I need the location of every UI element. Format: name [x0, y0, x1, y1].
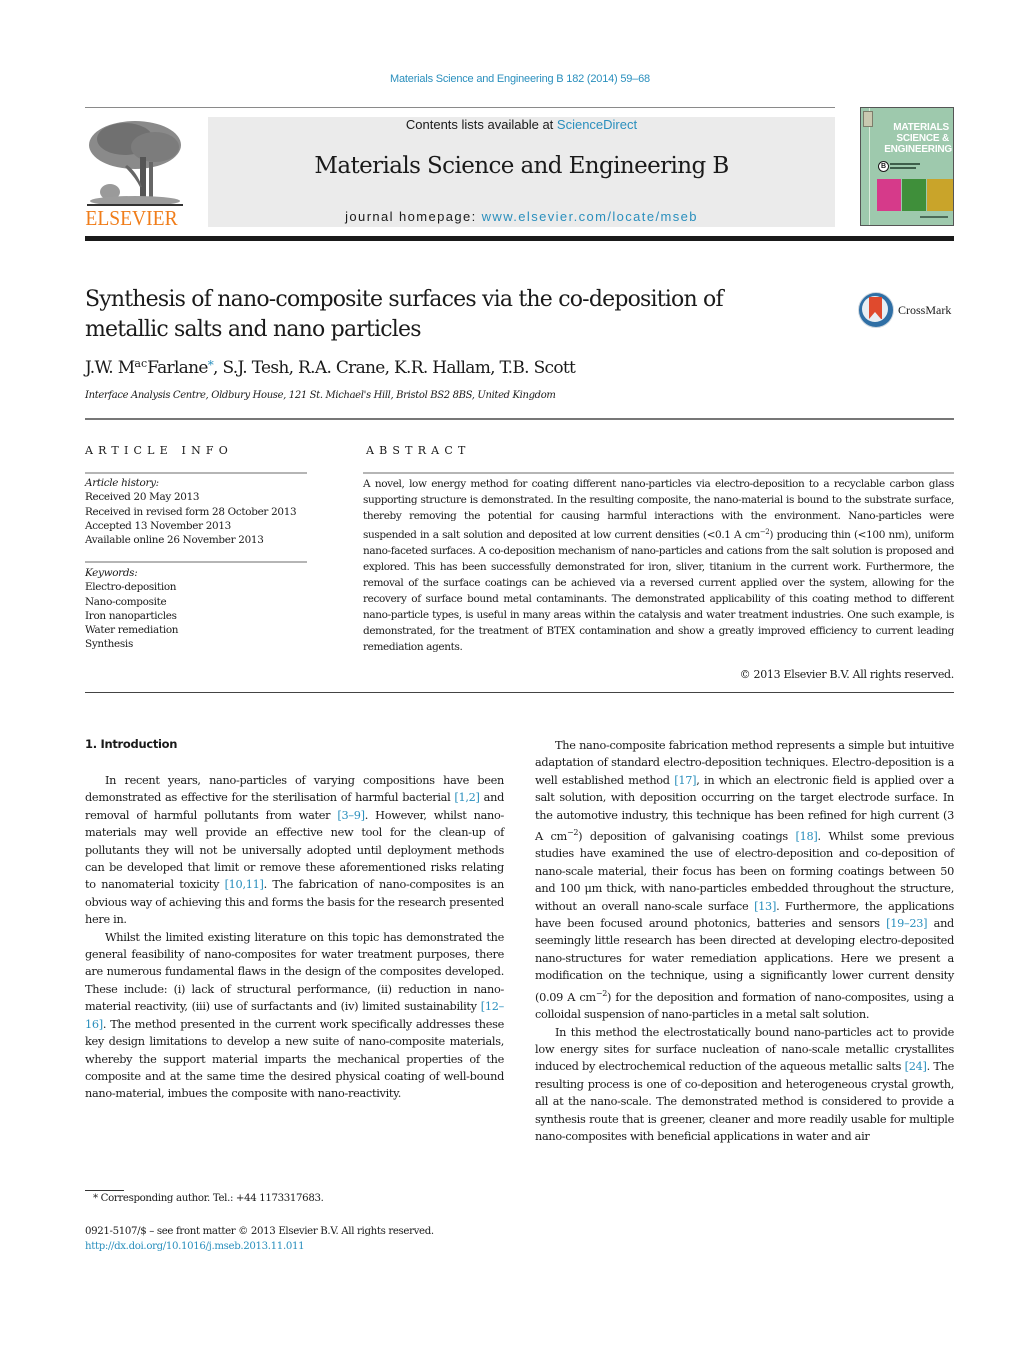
elsevier-wordmark: ELSEVIER — [85, 206, 178, 230]
body-divider — [85, 692, 954, 693]
header-thick-rule — [85, 236, 954, 241]
keyword-item: Nano-composite — [85, 595, 167, 608]
article-title-line2: metallic salts and nano particles — [85, 317, 422, 342]
issn-line: 0921-5107/$ – see front matter © 2013 El… — [85, 1226, 434, 1237]
journal-homepage-link[interactable]: www.elsevier.com/locate/mseb — [482, 209, 698, 224]
history-revised: Received in revised form 28 October 2013 — [85, 505, 297, 518]
article-history: Article history: Received 20 May 2013 Re… — [85, 476, 315, 547]
cover-title-line3: ENGINEERING — [884, 144, 952, 155]
journal-cover-thumbnail[interactable]: MATERIALS SCIENCE & ENGINEERING B — [860, 107, 954, 226]
text: In this method the electrostatically bou… — [535, 1025, 954, 1074]
author-list: J.W. MacFarlane*, S.J. Tesh, R.A. Crane,… — [85, 357, 576, 378]
journal-homepage: journal homepage: www.elsevier.com/locat… — [208, 209, 835, 224]
reference-link[interactable]: [3–9] — [337, 809, 365, 822]
doi-link[interactable]: http://dx.doi.org/10.1016/j.mseb.2013.11… — [85, 1241, 305, 1252]
history-received: Received 20 May 2013 — [85, 491, 200, 504]
body-column-left: In recent years, nano-particles of varyi… — [85, 772, 504, 1103]
author-first-suffix: Farlane — [147, 358, 208, 378]
abstract-sup: −2 — [759, 528, 770, 536]
cover-title-line1: MATERIALS — [893, 122, 949, 133]
corresponding-author-footnote: * Corresponding author. Tel.: +44 117331… — [93, 1193, 324, 1204]
contents-availability: Contents lists available at ScienceDirec… — [208, 117, 835, 132]
paragraph: Whilst the limited existing literature o… — [85, 929, 504, 1103]
homepage-prefix: journal homepage: — [345, 209, 482, 224]
journal-citation-link[interactable]: Materials Science and Engineering B 182 … — [0, 73, 1020, 85]
contents-prefix: Contents lists available at — [405, 117, 557, 132]
journal-title: Materials Science and Engineering B — [314, 153, 729, 179]
article-history-label: Article history: — [85, 477, 159, 489]
paragraph: In this method the electrostatically bou… — [535, 1024, 954, 1146]
author-first-sup: ac — [134, 357, 148, 370]
reference-link[interactable]: [13] — [754, 900, 776, 913]
article-title: Synthesis of nano-composite surfaces via… — [85, 285, 815, 345]
superscript: −2 — [595, 988, 608, 998]
cover-subtitle-line — [890, 163, 920, 165]
article-info-divider — [85, 472, 307, 474]
article-info-heading: ARTICLE INFO — [85, 444, 233, 457]
author-rest: , S.J. Tesh, R.A. Crane, K.R. Hallam, T.… — [213, 358, 576, 378]
reference-link[interactable]: [24] — [905, 1060, 927, 1073]
crossmark-label[interactable]: CrossMark — [898, 303, 951, 318]
footnote-rule — [85, 1190, 124, 1191]
cover-subtitle-line — [890, 167, 916, 169]
abstract-divider — [363, 472, 954, 474]
text: Whilst the limited existing literature o… — [85, 930, 504, 1014]
abstract-text: A novel, low energy method for coating d… — [363, 476, 954, 655]
abstract-heading: ABSTRACT — [366, 444, 471, 457]
header-top-rule — [85, 107, 835, 108]
reference-link[interactable]: [1,2] — [454, 791, 480, 804]
paragraph: In recent years, nano-particles of varyi… — [85, 772, 504, 929]
cover-image-yellow — [927, 179, 953, 211]
section-heading-introduction: 1. Introduction — [85, 737, 178, 751]
cover-image-green — [902, 179, 926, 211]
reference-link[interactable]: [10,11] — [225, 878, 264, 891]
text: ) deposition of galvanising coatings — [578, 830, 796, 844]
reference-link[interactable]: [17] — [674, 774, 696, 787]
keyword-item: Synthesis — [85, 638, 133, 651]
history-accepted: Accepted 13 November 2013 — [85, 519, 231, 532]
cover-publisher-mark — [863, 111, 873, 127]
abstract-part2: ) producing thin (<100 nm), uniform nano… — [363, 529, 954, 653]
cover-image-magenta — [877, 179, 901, 211]
keywords-label: Keywords: — [85, 567, 138, 579]
article-title-line1: Synthesis of nano-composite surfaces via… — [85, 287, 724, 312]
cover-title-line2: SCIENCE & — [896, 133, 949, 144]
keywords: Keywords: Electro-deposition Nano-compos… — [85, 566, 315, 652]
keyword-item: Water remediation — [85, 624, 179, 637]
abstract-copyright: © 2013 Elsevier B.V. All rights reserved… — [739, 668, 955, 681]
author-first-prefix: J.W. M — [85, 358, 135, 378]
affiliation: Interface Analysis Centre, Oldbury House… — [85, 390, 556, 401]
sciencedirect-link[interactable]: ScienceDirect — [557, 117, 637, 132]
cover-b-badge: B — [878, 161, 889, 172]
keyword-item: Electro-deposition — [85, 581, 177, 594]
body-column-right: The nano-composite fabrication method re… — [535, 737, 954, 1145]
crossmark-notch-icon — [869, 312, 881, 319]
reference-link[interactable]: [19–23] — [886, 917, 927, 930]
reference-link[interactable]: [18] — [796, 830, 818, 843]
paragraph: The nano-composite fabrication method re… — [535, 737, 954, 1024]
text: In recent years, nano-particles of varyi… — [85, 774, 504, 805]
superscript: −2 — [566, 828, 579, 838]
history-online: Available online 26 November 2013 — [85, 534, 264, 547]
text: . The method presented in the current wo… — [85, 1017, 504, 1101]
cover-footer-mark — [920, 216, 948, 218]
keywords-divider — [85, 561, 307, 563]
keyword-item: Iron nanoparticles — [85, 609, 177, 622]
title-divider — [85, 418, 954, 420]
